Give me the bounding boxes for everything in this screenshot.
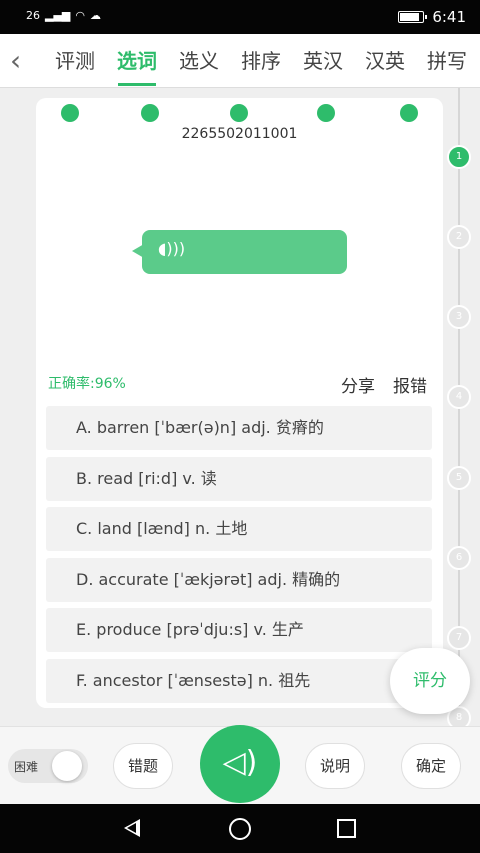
progress-step[interactable]: 1 xyxy=(447,145,471,169)
mistakes-button[interactable]: 错题 xyxy=(113,743,173,789)
battery-icon xyxy=(398,11,428,23)
nav-back-icon-inner xyxy=(127,823,136,833)
nav-home-icon[interactable] xyxy=(229,818,251,840)
progress-step[interactable]: 2 xyxy=(447,225,471,249)
difficulty-label: 困难 xyxy=(14,760,39,774)
cloud-icon: ☁ xyxy=(90,9,101,22)
option-item[interactable]: A. barren [ˈbær(ə)n] adj. 贫瘠的 xyxy=(46,406,432,450)
progress-dot xyxy=(230,104,248,122)
score-button[interactable]: 评分 xyxy=(390,648,470,714)
signal-strength: 26 xyxy=(26,9,40,22)
progress-step[interactable]: 7 xyxy=(447,626,471,650)
speaker-icon: ◁) xyxy=(222,745,258,780)
progress-step[interactable]: 3 xyxy=(447,305,471,329)
explain-button[interactable]: 说明 xyxy=(305,743,365,789)
accuracy-label: 正确率: xyxy=(48,376,95,392)
chevron-left-icon: ‹ xyxy=(10,44,22,77)
tab-item[interactable]: 汉英 xyxy=(354,34,416,88)
tab-item[interactable]: 选义 xyxy=(168,34,230,88)
option-item[interactable]: C. land [lænd] n. 土地 xyxy=(46,507,432,551)
tab-item[interactable]: 排序 xyxy=(230,34,292,88)
option-item[interactable]: B. read [ri:d] v. 读 xyxy=(46,457,432,501)
tab-bar: ‹ 评测 选词 选义 排序 英汉 汉英 拼写 xyxy=(0,34,480,88)
tab-item[interactable]: 选词 xyxy=(106,34,168,88)
system-nav-bar xyxy=(0,804,480,853)
option-item[interactable]: D. accurate [ˈækjərət] adj. 精确的 xyxy=(46,558,432,602)
progress-dot xyxy=(317,104,335,122)
status-bar: 26 ▂▄▆ ◠ ☁ 6:41 xyxy=(0,0,480,34)
bottom-action-bar: 困难 错题 ◁) 说明 确定 xyxy=(0,725,480,804)
play-audio-button[interactable]: ◁) xyxy=(200,725,280,803)
difficulty-toggle[interactable]: 困难 xyxy=(8,749,88,783)
question-id: 2265502011001 xyxy=(181,126,298,142)
clock: 6:41 xyxy=(432,8,466,26)
share-link[interactable]: 分享 xyxy=(341,372,375,397)
accuracy-rate: 正确率:96% xyxy=(48,373,126,393)
option-item[interactable]: E. produce [prəˈdju:s] v. 生产 xyxy=(46,608,432,652)
sound-wave-icon: ◖))) xyxy=(158,239,186,258)
question-card: 2265502011001 ◖))) 正确率:96% 分享 报错 A. barr… xyxy=(36,98,443,708)
signal-indicators: 26 ▂▄▆ ◠ ☁ xyxy=(26,9,101,22)
progress-dot xyxy=(61,104,79,122)
progress-step[interactable]: 5 xyxy=(447,466,471,490)
progress-step[interactable]: 6 xyxy=(447,546,471,570)
tab-item[interactable]: 评测 xyxy=(44,34,106,88)
option-item[interactable]: F. ancestor [ˈænsestə] n. 祖先 xyxy=(46,659,432,703)
tab-item[interactable]: 英汉 xyxy=(292,34,354,88)
back-button[interactable]: ‹ xyxy=(10,44,36,78)
wifi-icon: ◠ xyxy=(75,9,85,22)
progress-dot xyxy=(400,104,418,122)
nav-recent-apps-icon[interactable] xyxy=(337,819,356,838)
progress-step[interactable]: 4 xyxy=(447,385,471,409)
tab-item[interactable]: 拼写 xyxy=(416,34,478,88)
confirm-button[interactable]: 确定 xyxy=(401,743,461,789)
accuracy-value: 96% xyxy=(94,376,126,392)
progress-dot xyxy=(141,104,159,122)
report-error-link[interactable]: 报错 xyxy=(393,372,427,397)
toggle-knob xyxy=(52,751,82,781)
signal-icon: ▂▄▆ xyxy=(45,9,71,22)
